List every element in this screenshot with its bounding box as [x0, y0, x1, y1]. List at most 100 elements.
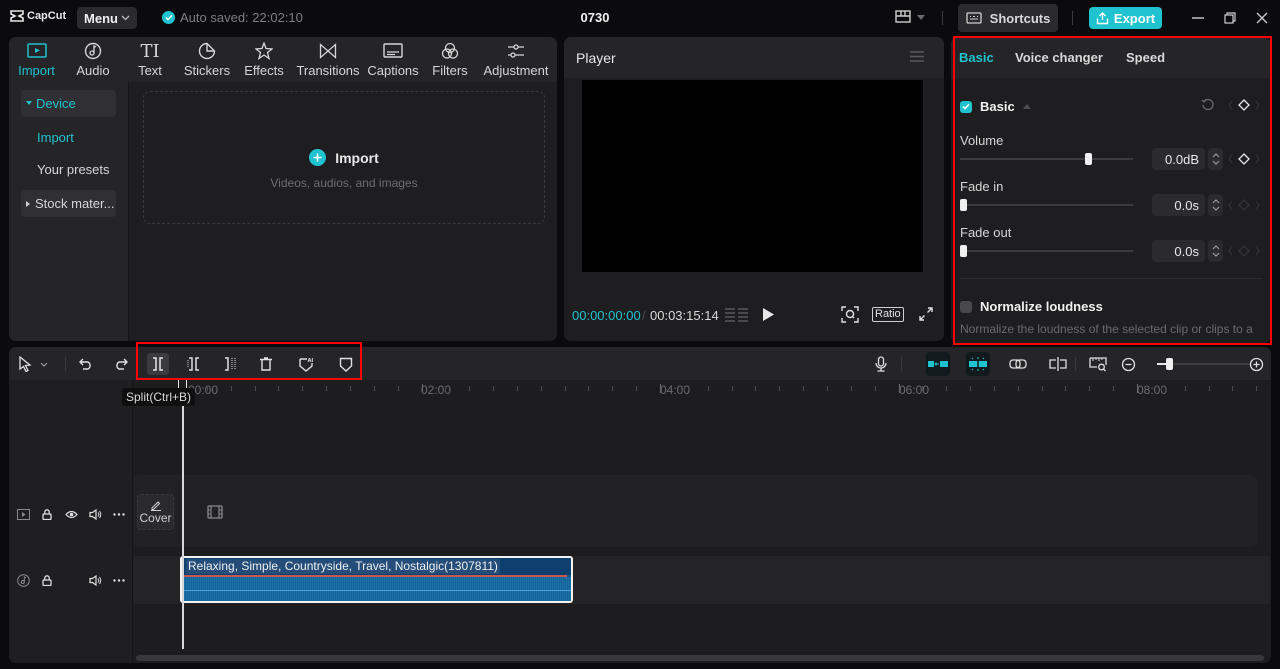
timecode-format-button[interactable] — [725, 307, 748, 323]
main-video-track[interactable] — [133, 475, 1257, 547]
stepper-icon — [1212, 153, 1219, 165]
tab-transitions[interactable]: Transitions — [292, 37, 364, 82]
tab-filters[interactable]: Filters — [422, 37, 478, 82]
keyframe-icon — [1228, 199, 1260, 211]
tab-captions[interactable]: Captions — [364, 37, 422, 82]
select-tool-dropdown[interactable] — [37, 354, 51, 374]
main-track-magnet-toggle[interactable] — [926, 352, 950, 376]
tab-voice-changer[interactable]: Voice changer — [1015, 50, 1103, 65]
tab-import[interactable]: Import — [9, 37, 64, 82]
import-drop-zone[interactable]: Import Videos, audios, and images — [143, 91, 545, 224]
minimize-button[interactable] — [1190, 10, 1206, 26]
volume-label: Volume — [960, 133, 1004, 148]
collapse-caret-icon[interactable] — [1022, 104, 1031, 109]
volume-stepper[interactable] — [1208, 148, 1223, 170]
fullscreen-button[interactable] — [919, 307, 933, 321]
ruler-tick — [469, 386, 470, 391]
zoom-in-button[interactable] — [1246, 354, 1266, 374]
ruler-tick — [875, 386, 876, 391]
tab-stickers[interactable]: Stickers — [178, 37, 236, 82]
audio-track-more-button[interactable] — [112, 573, 126, 587]
ruler-tick — [1042, 386, 1043, 391]
split-right-button[interactable] — [220, 354, 240, 374]
lock-track-button[interactable] — [40, 507, 54, 521]
video-preview[interactable] — [582, 80, 923, 272]
restore-button[interactable] — [1222, 10, 1238, 26]
play-button[interactable] — [763, 308, 774, 321]
close-button[interactable] — [1254, 10, 1270, 26]
tab-text[interactable]: TI Text — [122, 37, 178, 82]
record-voice-button[interactable] — [871, 354, 891, 374]
fade-in-stepper[interactable] — [1208, 194, 1223, 216]
link-button[interactable] — [1008, 354, 1028, 374]
split-button[interactable] — [147, 353, 169, 375]
split-right-icon — [225, 357, 236, 371]
hide-track-button[interactable] — [64, 507, 78, 521]
ruler-tick — [565, 386, 566, 391]
fade-out-slider-thumb[interactable] — [960, 245, 967, 257]
lock-audio-track-button[interactable] — [40, 573, 54, 587]
shortcuts-button[interactable]: Shortcuts — [958, 4, 1058, 32]
tab-basic[interactable]: Basic — [959, 50, 994, 65]
fade-in-slider-thumb[interactable] — [960, 199, 967, 211]
audio-clip[interactable]: Relaxing, Simple, Countryside, Travel, N… — [180, 556, 573, 603]
auto-snap-toggle[interactable] — [966, 352, 990, 376]
device-label: Device — [36, 96, 76, 111]
reset-button[interactable] — [1201, 98, 1215, 112]
sidebar-item-device[interactable]: Device — [21, 90, 116, 117]
ratio-button[interactable]: Ratio — [872, 307, 904, 322]
redo-button[interactable] — [111, 354, 131, 374]
playhead[interactable] — [182, 383, 184, 649]
marker-button[interactable] — [336, 354, 356, 374]
sidebar-item-stock-materials[interactable]: Stock mater... — [21, 190, 116, 217]
menu-button[interactable]: Menu — [77, 7, 137, 29]
timeline-ruler[interactable]: 00:00 02:00 04:00 06:00 08:00 — [133, 380, 1271, 402]
import-button[interactable]: Import — [144, 149, 544, 166]
zoom-out-button[interactable] — [1118, 354, 1138, 374]
tab-label: Text — [138, 63, 162, 78]
fade-in-slider[interactable] — [960, 199, 1133, 211]
sidebar-item-presets[interactable]: Your presets — [21, 156, 116, 183]
split-left-button[interactable] — [184, 354, 204, 374]
tab-effects[interactable]: Effects — [236, 37, 292, 82]
volume-slider[interactable] — [960, 153, 1133, 165]
export-button[interactable]: Export — [1089, 7, 1162, 29]
restore-icon — [1224, 12, 1236, 24]
timeline-zoom-slider[interactable] — [1157, 358, 1250, 370]
zoom-fit-button[interactable] — [841, 306, 859, 323]
autosave-text: Auto saved: 22:02:10 — [180, 10, 303, 25]
select-tool-button[interactable] — [15, 354, 35, 374]
mute-track-button[interactable] — [88, 507, 102, 521]
fade-in-value-input[interactable]: 0.0s — [1152, 194, 1205, 216]
delete-button[interactable] — [256, 354, 276, 374]
zoom-to-fit-button[interactable] — [1088, 354, 1108, 374]
player-title: Player — [576, 50, 616, 66]
layout-button[interactable] — [895, 10, 925, 24]
mute-audio-track-button[interactable] — [88, 573, 102, 587]
normalize-loudness-checkbox[interactable] — [960, 300, 972, 313]
autosave-status: Auto saved: 22:02:10 — [162, 10, 303, 25]
sidebar-item-import[interactable]: Import — [21, 124, 116, 151]
timeline-horizontal-scrollbar[interactable] — [136, 655, 1264, 661]
undo-button[interactable] — [76, 354, 96, 374]
tab-audio[interactable]: Audio — [64, 37, 122, 82]
audio-track-icon — [16, 573, 30, 587]
tab-speed[interactable]: Speed — [1126, 50, 1165, 65]
volume-value-input[interactable]: 0.0dB — [1152, 148, 1205, 170]
zoom-slider-thumb[interactable] — [1166, 358, 1173, 370]
track-more-button[interactable] — [112, 507, 126, 521]
ruler-tick — [231, 386, 232, 391]
player-menu-button[interactable] — [910, 51, 924, 62]
basic-section-checkbox[interactable] — [960, 100, 972, 113]
volume-slider-thumb[interactable] — [1085, 153, 1092, 165]
fade-out-value-input[interactable]: 0.0s — [1152, 240, 1205, 262]
cover-button[interactable]: Cover — [137, 494, 174, 530]
preview-axis-button[interactable] — [1048, 354, 1068, 374]
transitions-icon — [319, 41, 337, 61]
fade-out-slider[interactable] — [960, 245, 1133, 257]
tab-adjustment[interactable]: Adjustment — [478, 37, 554, 82]
keyframe-button[interactable] — [1227, 98, 1261, 112]
volume-keyframe-button[interactable] — [1227, 152, 1261, 166]
ai-marker-button[interactable]: AI — [296, 354, 316, 374]
fade-out-stepper[interactable] — [1208, 240, 1223, 262]
